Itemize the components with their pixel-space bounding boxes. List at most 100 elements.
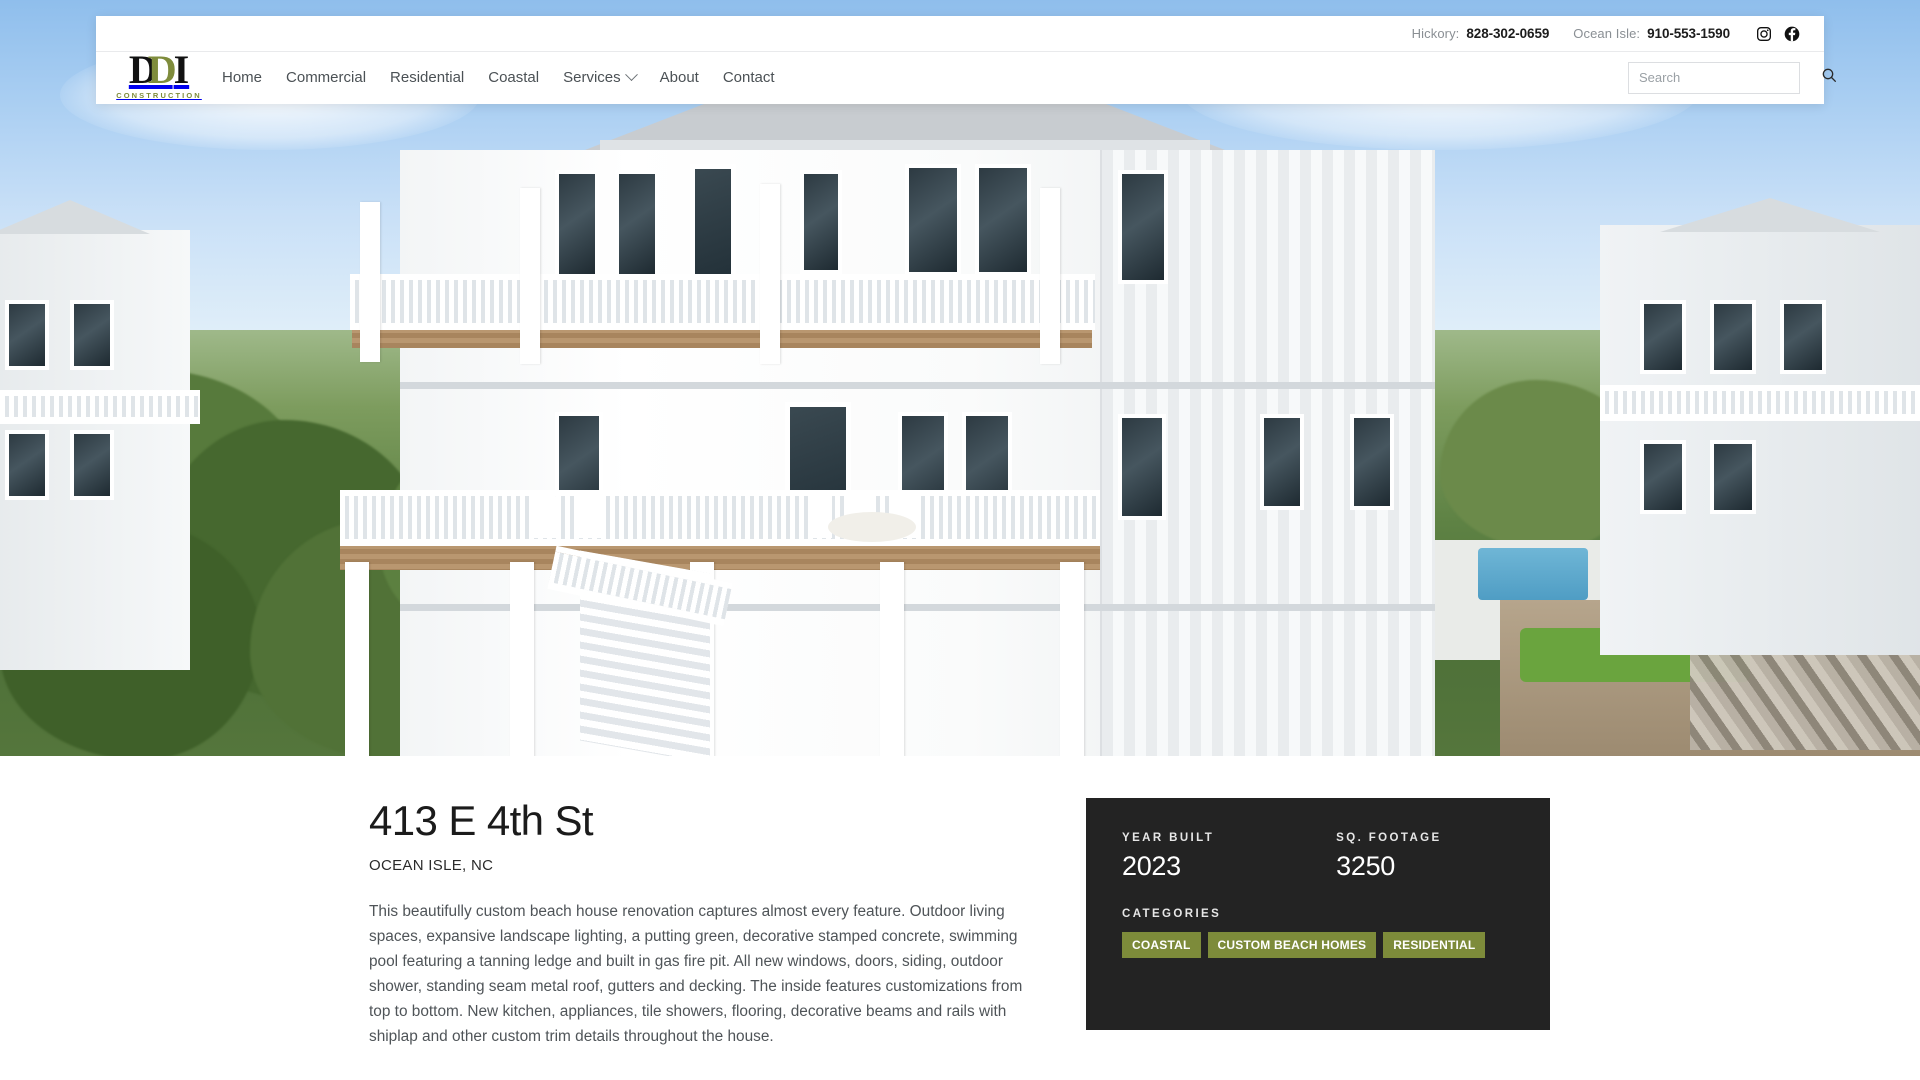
stats-row: YEAR BUILT 2023 SQ. FOOTAGE 3250 bbox=[1122, 832, 1514, 882]
porch-post bbox=[760, 184, 780, 364]
nav-label: Commercial bbox=[286, 69, 367, 86]
hero-photo bbox=[0, 0, 1920, 756]
main-navbar: D D I CONSTRUCTION Home Commercial Resid… bbox=[96, 49, 1836, 103]
stat-label: YEAR BUILT bbox=[1122, 832, 1215, 844]
main-house bbox=[340, 92, 1435, 756]
swimming-pool bbox=[1478, 548, 1588, 600]
nav-item-about[interactable]: About bbox=[660, 69, 699, 86]
logo-letter-d2: D bbox=[147, 46, 177, 92]
porch-post bbox=[360, 202, 380, 362]
contact-phone-number[interactable]: 910-553-1590 bbox=[1647, 26, 1730, 41]
lower-railing bbox=[340, 490, 1100, 546]
window bbox=[5, 430, 49, 500]
facebook-icon[interactable] bbox=[1784, 26, 1800, 42]
window bbox=[1118, 170, 1168, 284]
contact-phone-number[interactable]: 828-302-0659 bbox=[1466, 26, 1549, 41]
logo-letter-i: I bbox=[173, 46, 190, 92]
logo-subtitle: CONSTRUCTION bbox=[116, 90, 202, 100]
nav-item-home[interactable]: Home bbox=[222, 69, 262, 86]
patio-chair bbox=[530, 494, 556, 538]
contact-ocean-isle[interactable]: Ocean Isle: 910-553-1590 bbox=[1573, 26, 1730, 41]
patio-table bbox=[828, 512, 916, 542]
stat-value: 2023 bbox=[1122, 851, 1181, 881]
nav-item-contact[interactable]: Contact bbox=[723, 69, 775, 86]
categories-row: COASTAL CUSTOM BEACH HOMES RESIDENTIAL bbox=[1122, 932, 1514, 958]
window bbox=[5, 300, 49, 370]
search-icon[interactable] bbox=[1821, 67, 1837, 88]
railing bbox=[1600, 385, 1920, 421]
support-post bbox=[510, 562, 534, 756]
support-post bbox=[880, 562, 904, 756]
stat-year-built: YEAR BUILT 2023 bbox=[1122, 832, 1214, 882]
search-input[interactable] bbox=[1639, 70, 1815, 85]
project-info-card: YEAR BUILT 2023 SQ. FOOTAGE 3250 CATEGOR… bbox=[1086, 798, 1550, 1030]
nav-item-commercial[interactable]: Commercial bbox=[286, 69, 366, 86]
contact-hickory[interactable]: Hickory: 828-302-0659 bbox=[1412, 26, 1550, 41]
nav-label: Residential bbox=[390, 69, 465, 86]
window bbox=[800, 170, 842, 274]
project-description: This beautifully custom beach house reno… bbox=[369, 903, 1023, 1046]
nav-label: Coastal bbox=[488, 69, 540, 86]
porch-post bbox=[520, 188, 540, 364]
window bbox=[1640, 440, 1686, 514]
window bbox=[615, 170, 659, 278]
content-area: 413 E 4th St OCEAN ISLE, NC This beautif… bbox=[0, 756, 1920, 1080]
window bbox=[1260, 414, 1304, 510]
window bbox=[1118, 414, 1166, 520]
category-badge-custom-beach-homes[interactable]: CUSTOM BEACH HOMES bbox=[1207, 932, 1377, 958]
neighbor-roof-left bbox=[0, 200, 150, 234]
nav-item-coastal[interactable]: Coastal bbox=[488, 69, 539, 86]
project-details: 413 E 4th St OCEAN ISLE, NC This beautif… bbox=[369, 798, 1034, 1050]
contact-label: Hickory: bbox=[1411, 26, 1460, 41]
stat-sq-footage: SQ. FOOTAGE 3250 bbox=[1336, 832, 1441, 882]
social-links bbox=[1756, 26, 1800, 42]
window bbox=[555, 170, 599, 278]
window bbox=[1710, 300, 1756, 374]
floor-divider bbox=[400, 604, 1435, 611]
window bbox=[1640, 300, 1686, 374]
window bbox=[70, 430, 114, 500]
chevron-down-icon bbox=[624, 68, 638, 82]
patio-chair bbox=[808, 490, 832, 538]
search-box[interactable] bbox=[1628, 61, 1836, 94]
nav-item-services[interactable]: Services bbox=[563, 68, 638, 86]
utility-topbar: Hickory: 828-302-0659 Ocean Isle: 910-55… bbox=[96, 16, 1824, 52]
neighbor-roof-right bbox=[1660, 198, 1880, 232]
window bbox=[975, 164, 1031, 276]
balcony-door bbox=[690, 164, 736, 286]
window bbox=[70, 300, 114, 370]
lower-deck-floor bbox=[340, 544, 1100, 570]
window bbox=[1780, 300, 1826, 374]
categories-label: CATEGORIES bbox=[1122, 908, 1222, 920]
contact-label: Ocean Isle: bbox=[1573, 26, 1641, 41]
site-header: Hickory: 828-302-0659 Ocean Isle: 910-55… bbox=[96, 16, 1836, 104]
project-location: OCEAN ISLE, NC bbox=[369, 857, 494, 875]
stat-value: 3250 bbox=[1336, 851, 1396, 881]
railing bbox=[0, 390, 200, 424]
support-post bbox=[1060, 562, 1084, 756]
nav-menu: Home Commercial Residential Coastal Serv… bbox=[222, 68, 775, 86]
stat-label: SQ. FOOTAGE bbox=[1336, 832, 1442, 844]
support-post bbox=[345, 562, 369, 756]
upper-deck-floor bbox=[352, 328, 1092, 348]
site-logo[interactable]: D D I CONSTRUCTION bbox=[116, 49, 202, 100]
window bbox=[905, 164, 961, 276]
nav-item-residential[interactable]: Residential bbox=[390, 69, 464, 86]
logo-mark: D D I bbox=[129, 49, 189, 90]
rock-bed bbox=[1690, 640, 1920, 750]
instagram-icon[interactable] bbox=[1756, 26, 1772, 42]
category-badge-residential[interactable]: RESIDENTIAL bbox=[1383, 932, 1486, 958]
floor-divider bbox=[400, 382, 1435, 389]
category-badge-coastal[interactable]: COASTAL bbox=[1122, 932, 1201, 958]
nav-label: Home bbox=[222, 69, 263, 86]
porch-post bbox=[1040, 188, 1060, 364]
window bbox=[1350, 414, 1394, 510]
nav-label: Contact bbox=[722, 69, 775, 86]
nav-label: Services bbox=[563, 69, 621, 86]
window bbox=[1710, 440, 1756, 514]
nav-label: About bbox=[659, 69, 699, 86]
hero-banner bbox=[0, 0, 1920, 756]
upper-railing bbox=[350, 274, 1095, 330]
page-title: 413 E 4th St bbox=[369, 797, 594, 844]
patio-chair bbox=[576, 494, 602, 538]
